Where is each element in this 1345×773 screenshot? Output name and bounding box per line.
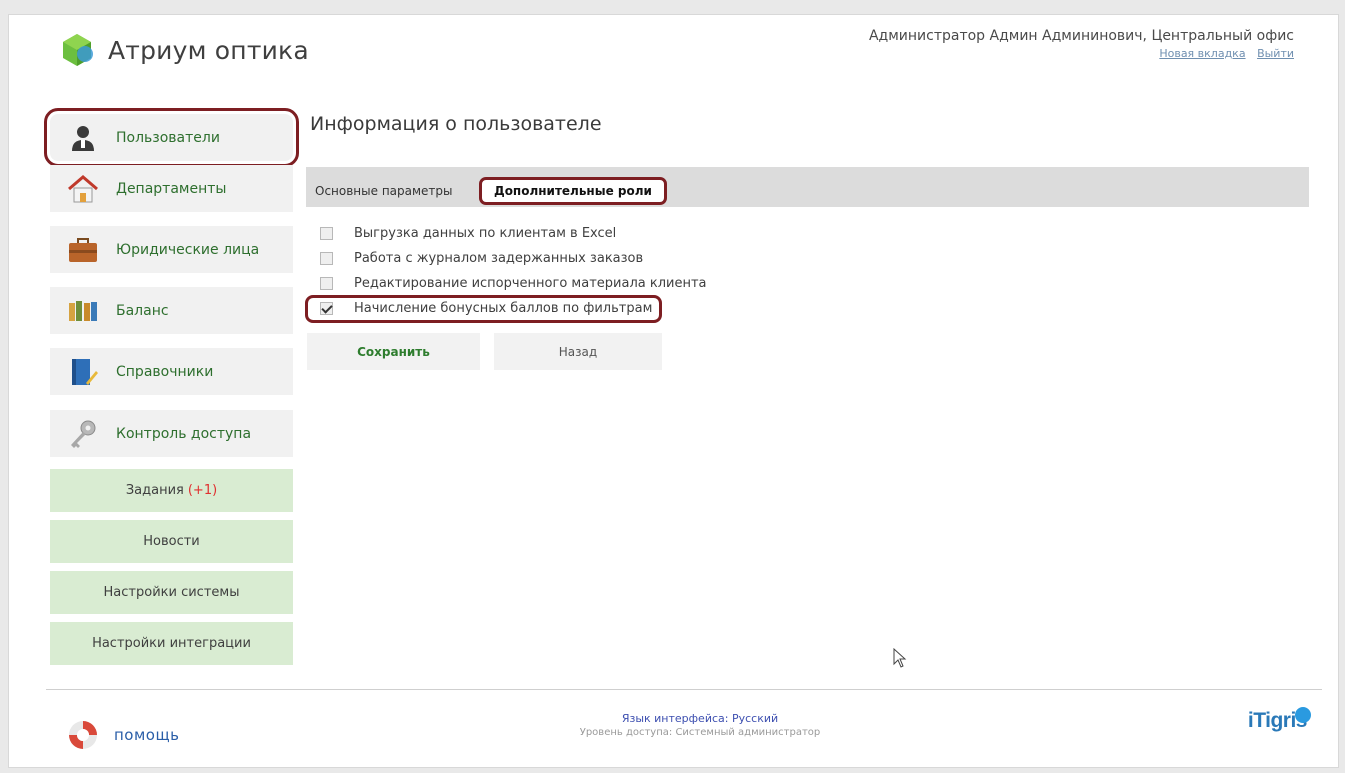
mouse-cursor-icon — [893, 648, 907, 668]
access-level: Уровень доступа: Системный администратор — [579, 727, 821, 738]
option-label: Выгрузка данных по клиентам в Excel — [354, 226, 617, 241]
sidebar-item-label: Контроль доступа — [116, 425, 252, 442]
brand-dot-icon — [1295, 707, 1311, 723]
sidebar-item-access-control[interactable]: Контроль доступа — [50, 410, 293, 457]
interface-language[interactable]: Язык интерфейса: Русский — [480, 712, 920, 725]
option-checkbox[interactable] — [320, 277, 333, 290]
sidebar-item-integration-settings[interactable]: Настройки интеграции — [50, 622, 293, 665]
user-name: Администратор Админ Админинович, Централ… — [868, 28, 1294, 44]
sidebar-item-departments[interactable]: Департаменты — [50, 165, 293, 212]
sidebar-item-system-settings[interactable]: Настройки системы — [50, 571, 293, 614]
notebook-icon — [72, 358, 98, 385]
tab-additional-roles[interactable]: Дополнительные роли — [479, 177, 667, 205]
footer-info: Язык интерфейса: Русский Уровень доступа… — [480, 712, 920, 738]
sidebar-item-legal-entities[interactable]: Юридические лица — [50, 226, 293, 273]
option-export-clients-excel: Выгрузка данных по клиентам в Excel — [320, 226, 616, 241]
option-checkbox[interactable] — [320, 227, 333, 240]
sidebar-item-tasks[interactable]: Задания (+1) — [50, 469, 293, 512]
sidebar-item-label: Справочники — [116, 363, 214, 380]
footer-divider — [46, 689, 1322, 690]
sidebar-item-label: Новости — [143, 534, 200, 549]
key-icon — [71, 420, 96, 448]
option-checkbox[interactable] — [320, 252, 333, 265]
option-delayed-orders-journal: Работа с журналом задержанных заказов — [320, 251, 643, 266]
sidebar-item-balance[interactable]: Баланс — [50, 287, 293, 334]
back-button[interactable]: Назад — [494, 333, 662, 370]
tab-basic-parameters[interactable]: Основные параметры — [315, 184, 453, 198]
task-count-badge: (+1) — [187, 483, 218, 498]
interface-language-value: Русский — [731, 712, 779, 725]
option-label: Редактирование испорченного материала кл… — [354, 276, 707, 291]
sidebar-item-label: Баланс — [116, 302, 169, 319]
user-links: Новая вкладка Выйти — [869, 47, 1294, 60]
interface-language-label: Язык интерфейса: — [621, 712, 729, 725]
sidebar-item-label: Юридические лица — [116, 241, 260, 258]
option-label: Работа с журналом задержанных заказов — [354, 251, 644, 266]
user-icon — [72, 125, 94, 151]
app-logo[interactable]: Атриум оптика — [58, 31, 309, 69]
lifebuoy-icon — [69, 721, 97, 749]
briefcase-icon — [69, 237, 97, 262]
option-label: Начисление бонусных баллов по фильтрам — [354, 301, 653, 316]
user-info: Администратор Админ Админинович, Централ… — [869, 28, 1294, 60]
sidebar-item-label: Департаменты — [116, 180, 227, 197]
tabs-bar — [306, 167, 1309, 207]
logo-icon — [63, 34, 93, 66]
books-icon — [69, 300, 97, 321]
help-link[interactable]: помощь — [66, 718, 179, 752]
sidebar-item-directories[interactable]: Справочники — [50, 348, 293, 395]
sidebar-item-news[interactable]: Новости — [50, 520, 293, 563]
help-label: помощь — [114, 726, 180, 744]
logout-link[interactable]: Выйти — [1257, 47, 1294, 60]
brand-logo: iTigris — [1248, 707, 1311, 733]
new-tab-link[interactable]: Новая вкладка — [1159, 47, 1245, 60]
option-bonus-points-by-filter: Начисление бонусных баллов по фильтрам — [320, 301, 652, 316]
sidebar-item-label: Задания — [125, 483, 184, 498]
sidebar-item-label: Настройки системы — [103, 585, 240, 600]
page-title: Информация о пользователе — [310, 113, 602, 135]
sidebar-item-users[interactable]: Пользователи — [44, 108, 299, 167]
house-icon — [68, 174, 98, 202]
option-edit-spoiled-material: Редактирование испорченного материала кл… — [320, 276, 707, 291]
option-checkbox[interactable] — [320, 302, 333, 315]
app-title: Атриум оптика — [108, 35, 309, 65]
sidebar-item-label: Пользователи — [116, 129, 220, 146]
sidebar-item-label: Настройки интеграции — [92, 636, 251, 651]
save-button[interactable]: Сохранить — [307, 333, 480, 370]
